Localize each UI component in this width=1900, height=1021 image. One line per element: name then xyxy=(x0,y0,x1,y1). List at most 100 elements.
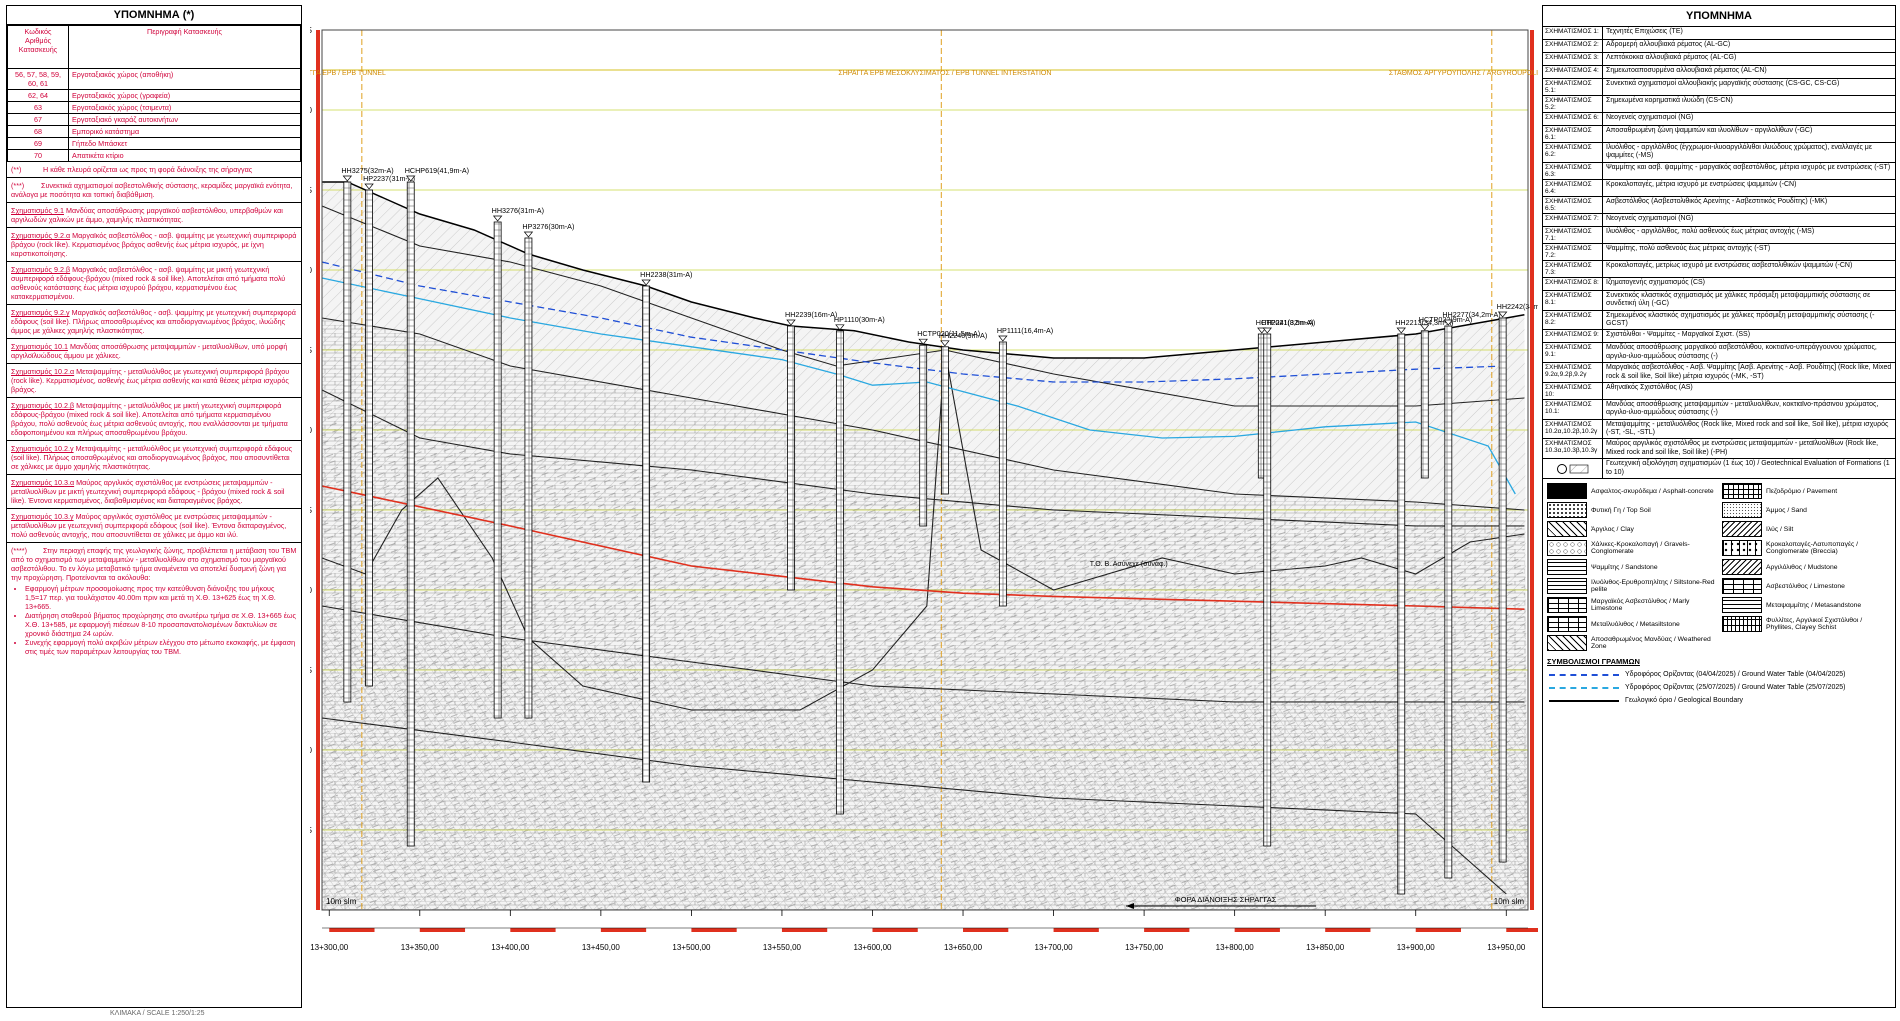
pattern-label: Αργιλόλιθος / Mudstone xyxy=(1766,563,1838,571)
elevation-tick-label: 45 xyxy=(310,346,313,355)
borehole-column xyxy=(406,181,415,847)
note-star2: (**) Η κάθε πλευρά ορίζεται ως προς τη φ… xyxy=(7,162,301,178)
formation-code: ΣΧΗΜΑΤΙΣΜΟΣ 10.3α,10.3β,10.3γ xyxy=(1543,439,1603,459)
formation-note-tag: Σχηματισμός 9.2.β xyxy=(11,265,71,274)
right-elevation-bar xyxy=(1530,30,1534,910)
pattern-swatch xyxy=(1722,616,1762,633)
formation-code: ΣΧΗΜΑΤΙΣΜΟΣ 7.1: xyxy=(1543,226,1603,243)
formation-row: ΣΧΗΜΑΤΙΣΜΟΣ 10: Αθηναϊκός Σχιστόλιθος (AS… xyxy=(1543,382,1895,400)
formation-note-tag: Σχηματισμός 10.2.γ xyxy=(11,444,74,453)
formation-desc: Σημειωτοαποσυρμένα αλλουβιακά ρέματος (A… xyxy=(1606,67,1767,74)
formation-row: ΣΧΗΜΑΤΙΣΜΟΣ 4: Σημειωτοαποσυρμένα αλλουβι… xyxy=(1543,66,1895,79)
formation-row: ΣΧΗΜΑΤΙΣΜΟΣ 7: Νεογενείς σχηματισμοί (NG) xyxy=(1543,213,1895,227)
pattern-swatch xyxy=(1547,578,1587,595)
formation-code: ΣΧΗΜΑΤΙΣΜΟΣ 10.1: xyxy=(1543,399,1603,419)
borehole-label: HH2277(34,2m-A) xyxy=(1442,310,1500,319)
construction-desc: Απατικέτα κτίριο xyxy=(68,149,301,162)
formation-desc: Ιζηματογενής σχηματισμός (CS) xyxy=(1606,278,1706,286)
formation-code: ΣΧΗΜΑΤΙΣΜΟΣ 5.2: xyxy=(1543,96,1603,112)
formation-note-tag: Σχηματισμός 9.1 xyxy=(11,206,64,215)
pattern-label: Χάλικες-Κροκαλοπαγή / Gravels-Conglomera… xyxy=(1591,541,1690,556)
line-legend-item: Γεωλογικό όριο / Geological Boundary xyxy=(1543,694,1895,707)
formation-desc: Αθηναϊκός Σχιστόλιθος (AS) xyxy=(1606,383,1693,391)
formation-row: ΣΧΗΜΑΤΙΣΜΟΣ 10.3α,10.3β,10.3γ Μαύρος αργι… xyxy=(1543,439,1895,460)
pattern-swatch xyxy=(1547,559,1587,576)
elevation-tick-label: 25 xyxy=(310,666,313,675)
chainage-bar-segment xyxy=(1053,928,1099,932)
borehole-head-marker xyxy=(786,319,796,326)
borehole-head-marker xyxy=(998,335,1008,342)
pattern-label: Ασφαλτος-σκυρόδεμα / Asphalt-concrete xyxy=(1591,487,1714,495)
pattern-label: Φυλλίτες, Αργιλικοί Σχιστόλιθοι / Phylli… xyxy=(1766,617,1863,632)
formation-note-tag: Σχηματισμός 10.2.β xyxy=(11,401,75,410)
formation-code: ΣΧΗΜΑΤΙΣΜΟΣ 6.1: xyxy=(1543,126,1603,142)
pattern-legend-item: Ιλυόλιθος-Ερυθροπηλίτης / Siltstone-Red … xyxy=(1547,578,1716,595)
pattern-swatch xyxy=(1547,483,1587,500)
formation-desc: Μεταψαμμίτης - μεταϊλυόλιθος (Rock like,… xyxy=(1606,420,1889,437)
formation-row: ΣΧΗΜΑΤΙΣΜΟΣ 1: Τεχνητές Επιχώσεις (TE) xyxy=(1543,27,1895,40)
construction-desc: Εργοταξιακό γκαράζ αυτοκινήτων xyxy=(68,113,301,126)
note-star4-mark: (****) xyxy=(11,546,27,555)
pattern-label: Ψαμμίτης / Sandstone xyxy=(1591,563,1658,571)
elevation-tick-label: 40 xyxy=(310,426,313,435)
formation-desc: Ιλυόλιθος - αργιλόλιθος, πολύ ασθενούς έ… xyxy=(1606,227,1815,235)
station-label: 13+450,00 xyxy=(582,943,621,952)
right-legend-panel: ΥΠΟΜΝΗΜΑ ΣΧΗΜΑΤΙΣΜΟΣ 1: Τεχνητές Επιχώσει… xyxy=(1542,5,1896,1008)
formation-desc: Μαύρος αργιλικός σχιστόλιθος με ενστρώσε… xyxy=(1606,440,1879,456)
note-star4-bullets: Εφαρμογή μέτρων προσομοίωσης προς την κα… xyxy=(11,584,297,656)
line-label: Γεωλογικό όριο / Geological Boundary xyxy=(1625,697,1744,705)
left-legend-panel: ΥΠΟΜΝΗΜΑ (*) Κωδικός Αριθμός Κατασκευής … xyxy=(6,5,302,1008)
formation-note: Σχηματισμός 10.3.α Μαύρος αργιλικός σχισ… xyxy=(7,475,301,509)
pattern-label: Αποσαθρωμένος Μανδύας / Weathered Zone xyxy=(1591,636,1711,651)
construction-code: 62, 64 xyxy=(7,89,69,102)
line-sample xyxy=(1549,673,1619,676)
formation-row: ΣΧΗΜΑΤΙΣΜΟΣ 6.2: Ιλυόλιθος - αργιλόλιθος … xyxy=(1543,143,1895,163)
station-label: 13+400,00 xyxy=(491,943,530,952)
formation-row: ΣΧΗΜΑΤΙΣΜΟΣ 8.2: Σημειωμένος κλαστικός σχ… xyxy=(1543,310,1895,331)
pattern-legend-item: Κροκαλοπαγές-Λατυποπαγές / Conglomerate … xyxy=(1722,540,1891,557)
construction-row: 56, 57, 58, 59, 60, 61 Εργοταξιακός χώρος… xyxy=(7,68,301,90)
scale-label-right: 10m slm xyxy=(1494,897,1525,906)
formation-row: ΣΧΗΜΑΤΙΣΜΟΣ 6.1: Αποσαθρωμένη ζώνη ψαμμιτ… xyxy=(1543,126,1895,143)
formation-code: ΣΧΗΜΑΤΙΣΜΟΣ 6.4: xyxy=(1543,179,1603,196)
formation-code: ΣΧΗΜΑΤΙΣΜΟΣ 6.2: xyxy=(1543,143,1603,162)
formation-desc: Αποσαθρωμένη ζώνη ψαμμιτών και ιλυολίθων… xyxy=(1606,127,1813,134)
pattern-swatch xyxy=(1547,521,1587,538)
borehole-column xyxy=(1444,325,1453,879)
pattern-legend-item: Ψαμμίτης / Sandstone xyxy=(1547,559,1716,576)
borehole-label: HH2241(32m-A) xyxy=(1261,318,1313,327)
pattern-legend-item: Μαργαϊκός Ασβεστόλιθος / Marly Limestone xyxy=(1547,597,1716,614)
formation-note: (***) Συνεκτικά αχηματισμοί ασβεστολιθική… xyxy=(7,178,301,203)
chainage-bar-segment xyxy=(1234,928,1280,932)
pattern-label: Άργιλος / Clay xyxy=(1591,525,1634,533)
borehole-column xyxy=(642,285,651,783)
pattern-legend-item: Χάλικες-Κροκαλοπαγή / Gravels-Conglomera… xyxy=(1547,540,1716,557)
direction-label: ΦΟΡΑ ΔΙΑΝΟΙΞΗΣ ΣΗΡΑΓΓΑΣ xyxy=(1175,895,1277,904)
chainage-bar-segment xyxy=(963,928,1009,932)
formation-code: ΣΧΗΜΑΤΙΣΜΟΣ 7.2: xyxy=(1543,243,1603,260)
formation-code: ΣΧΗΜΑΤΙΣΜΟΣ 9: xyxy=(1543,330,1603,343)
formation-desc: Νεογενείς σχηματισμοί (NG) xyxy=(1606,214,1694,222)
zone-label: ΣΗΡΑΓΓΑ ΕΡΒ ΜΕΣΟΚΛΥΣΙΜΑΤΟΣ / EPB TUNNEL … xyxy=(838,70,1051,77)
line-label: Υδροφόρος Ορίζοντας (25/07/2025) / Groun… xyxy=(1625,684,1846,692)
pattern-label: Μαργαϊκός Ασβεστόλιθος / Marly Limestone xyxy=(1591,598,1690,613)
borehole-head-marker xyxy=(523,231,534,238)
construction-desc: Εργοταξιακός χώρος (αποθήκη) xyxy=(68,68,301,90)
borehole-column xyxy=(343,181,352,703)
formation-row: ΣΧΗΜΑΤΙΣΜΟΣ 2: Αδρομερή αλλουβιακά ρέματο… xyxy=(1543,40,1895,53)
zone-label: ΣΤΑΘΜΟΣ ΑΡΓΥΡΟΥΠΟΛΗΣ / ARGYROUPOLI STATI… xyxy=(1389,70,1538,77)
formation-note: Σχηματισμός 10.2.γ Μεταψαμμίτης - μεταϊλ… xyxy=(7,441,301,475)
station-label: 13+800,00 xyxy=(1216,943,1255,952)
zone-labels: ΣΗΡΑΓΓΑ ΕΡΒ / EPB TUNNEL ΣΗΡΑΓΓΑ ΕΡΒ ΜΕΣΟ… xyxy=(310,70,1538,77)
formation-desc: Σημειωμένος κλαστικός σχηματισμός με χάλ… xyxy=(1606,311,1875,327)
lines-legend-title: ΣΥΜΒΟΛΙΣΜΟΙ ΓΡΑΜΜΩΝ xyxy=(1547,657,1640,667)
construction-desc: Εργοταξιακός χώρος (τσιμεντα) xyxy=(68,101,301,114)
pattern-label: Ιλύς / Silt xyxy=(1766,525,1794,533)
line-legend-item: Υδροφόρος Ορίζοντας (25/07/2025) / Groun… xyxy=(1543,681,1895,694)
geo-eval-icon xyxy=(1556,463,1588,474)
borehole-column xyxy=(1420,330,1429,479)
weathered-zone-fill xyxy=(322,182,1528,910)
formation-code: ΣΧΗΜΑΤΙΣΜΟΣ 8: xyxy=(1543,277,1603,290)
zone-label: ΣΗΡΑΓΓΑ ΕΡΒ / EPB TUNNEL xyxy=(310,70,386,77)
pattern-legend-item: Άργιλος / Clay xyxy=(1547,521,1716,538)
